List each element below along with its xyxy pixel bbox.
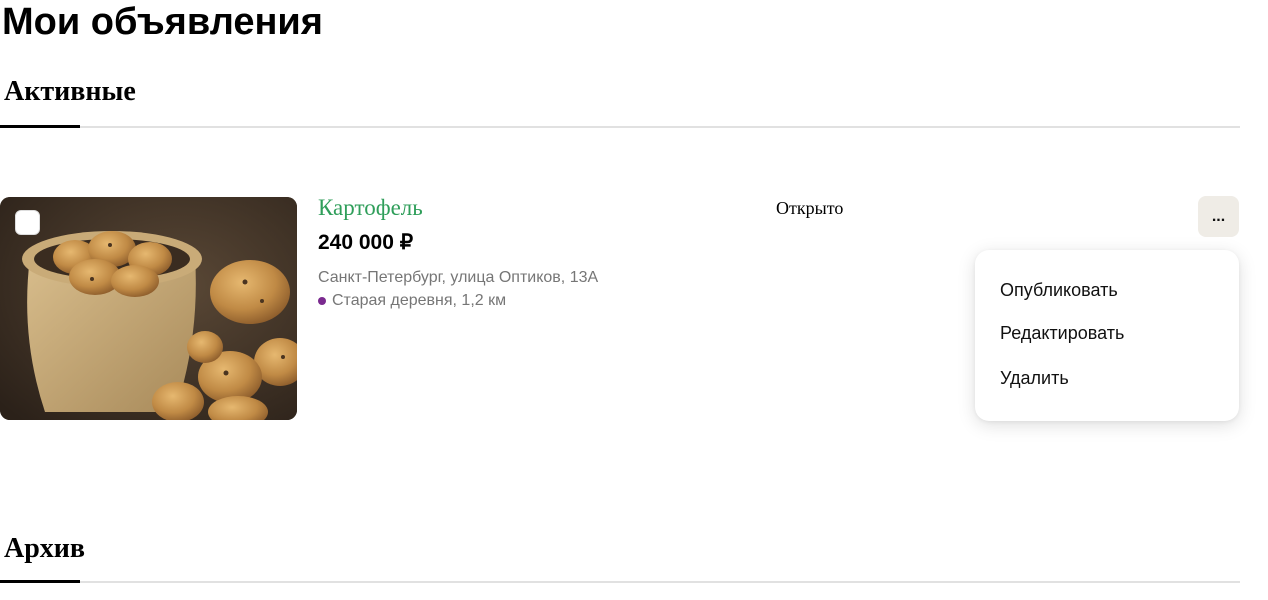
page-title: Мои объявления xyxy=(2,1,323,43)
section-divider-active xyxy=(0,126,1240,128)
listing-title-link[interactable]: Картофель xyxy=(318,193,423,223)
metro-line-dot-icon xyxy=(318,297,326,305)
listing-photo[interactable] xyxy=(0,197,297,420)
tab-underline-active xyxy=(0,125,80,128)
listing-status: Открыто xyxy=(776,198,844,218)
menu-item-publish[interactable]: Опубликовать xyxy=(1000,279,1118,301)
section-title-active[interactable]: Активные xyxy=(4,76,136,108)
menu-item-delete[interactable]: Удалить xyxy=(1000,367,1069,389)
actions-dropdown-menu: Опубликовать Редактировать Удалить xyxy=(975,250,1239,421)
tab-underline-archive xyxy=(0,580,80,583)
more-actions-button[interactable]: ... xyxy=(1198,196,1239,237)
menu-item-edit[interactable]: Редактировать xyxy=(1000,322,1124,344)
listing-metro-label: Старая деревня, 1,2 км xyxy=(332,292,507,309)
section-divider-archive xyxy=(0,581,1240,583)
listing-select-checkbox[interactable] xyxy=(15,210,40,235)
listing-price: 240 000 ₽ xyxy=(318,231,414,254)
listing-address: Санкт-Петербург, улица Оптиков, 13А xyxy=(318,269,599,286)
listing-metro: Старая деревня, 1,2 км xyxy=(318,291,506,311)
section-title-archive[interactable]: Архив xyxy=(4,533,85,565)
